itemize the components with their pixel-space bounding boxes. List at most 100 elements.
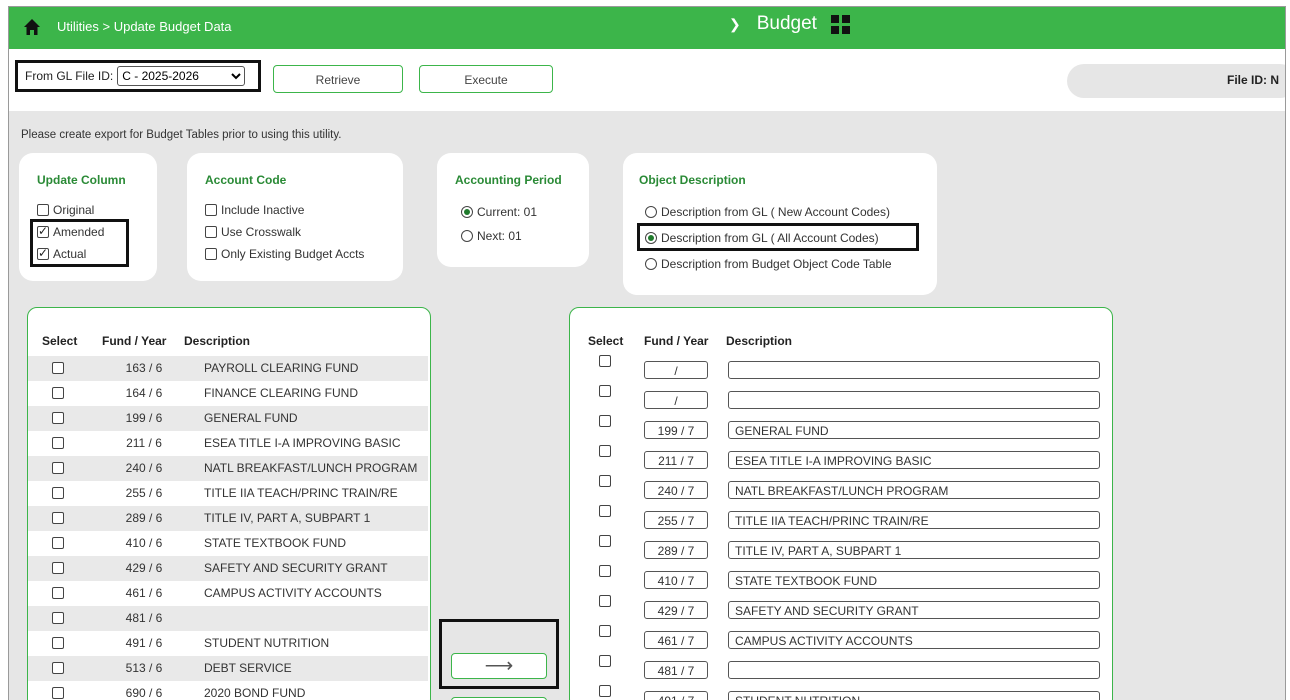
left-table-row[interactable]: 199 / 6 GENERAL FUND (28, 406, 428, 431)
row-select-checkbox[interactable] (599, 625, 611, 637)
desc-table-radio[interactable] (645, 258, 657, 270)
option-only-existing[interactable]: Only Existing Budget Accts (205, 247, 364, 261)
option-desc-table[interactable]: Description from Budget Object Code Tabl… (645, 257, 892, 271)
right-table-row[interactable]: 240 / 7 NATL BREAKFAST/LUNCH PROGRAM (570, 472, 1110, 502)
retrieve-button[interactable]: Retrieve (273, 65, 403, 93)
option-current-period[interactable]: Current: 01 (461, 205, 537, 219)
move-selected-button[interactable]: ⟶ (451, 653, 547, 679)
row-select-checkbox[interactable] (52, 687, 64, 699)
row-description-field[interactable]: GENERAL FUND (728, 421, 1100, 439)
row-fund-year-field[interactable]: 429 / 7 (644, 601, 708, 619)
right-table-row[interactable]: 255 / 7 TITLE IIA TEACH/PRINC TRAIN/RE (570, 502, 1110, 532)
row-description-field[interactable]: CAMPUS ACTIVITY ACCOUNTS (728, 631, 1100, 649)
execute-button[interactable]: Execute (419, 65, 553, 93)
option-desc-new[interactable]: Description from GL ( New Account Codes) (645, 205, 890, 219)
row-description-field[interactable]: TITLE IIA TEACH/PRINC TRAIN/RE (728, 511, 1100, 529)
row-description-field[interactable] (728, 661, 1100, 679)
row-select-checkbox[interactable] (599, 565, 611, 577)
from-gl-file-select[interactable]: C - 2025-2026 (117, 66, 246, 86)
row-select-checkbox[interactable] (52, 612, 64, 624)
only-existing-checkbox[interactable] (205, 248, 217, 260)
row-select-checkbox[interactable] (599, 445, 611, 457)
left-table-row[interactable]: 491 / 6 STUDENT NUTRITION (28, 631, 428, 656)
left-table-row[interactable]: 163 / 6 PAYROLL CLEARING FUND (28, 356, 428, 381)
row-fund-year-field[interactable]: 461 / 7 (644, 631, 708, 649)
original-checkbox[interactable] (37, 204, 49, 216)
include-inactive-checkbox[interactable] (205, 204, 217, 216)
row-select-checkbox[interactable] (52, 387, 64, 399)
breadcrumb[interactable]: Utilities > Update Budget Data (57, 19, 232, 34)
row-select-checkbox[interactable] (599, 355, 611, 367)
left-table-row[interactable]: 461 / 6 CAMPUS ACTIVITY ACCOUNTS (28, 581, 428, 606)
left-table-row[interactable]: 410 / 6 STATE TEXTBOOK FUND (28, 531, 428, 556)
right-table-row[interactable]: 289 / 7 TITLE IV, PART A, SUBPART 1 (570, 532, 1110, 562)
left-table-row[interactable]: 211 / 6 ESEA TITLE I-A IMPROVING BASIC (28, 431, 428, 456)
row-fund-year-field[interactable]: 481 / 7 (644, 661, 708, 679)
row-select-checkbox[interactable] (599, 415, 611, 427)
home-icon[interactable] (23, 18, 41, 36)
current-period-radio[interactable] (461, 206, 473, 218)
row-select-checkbox[interactable] (599, 505, 611, 517)
right-table-row[interactable]: 410 / 7 STATE TEXTBOOK FUND (570, 562, 1110, 592)
right-table-row[interactable]: / (570, 352, 1110, 382)
row-fund-year-field[interactable]: 255 / 7 (644, 511, 708, 529)
row-select-checkbox[interactable] (52, 412, 64, 424)
row-fund-year-field[interactable]: / (644, 391, 708, 409)
row-description-field[interactable]: ESEA TITLE I-A IMPROVING BASIC (728, 451, 1100, 469)
row-select-checkbox[interactable] (52, 637, 64, 649)
row-fund-year-field[interactable]: / (644, 361, 708, 379)
chevron-down-icon[interactable]: ❯ (729, 16, 741, 33)
next-period-radio[interactable] (461, 230, 473, 242)
row-fund-year-field[interactable]: 289 / 7 (644, 541, 708, 559)
row-description-field[interactable]: NATL BREAKFAST/LUNCH PROGRAM (728, 481, 1100, 499)
row-description-field[interactable]: SAFETY AND SECURITY GRANT (728, 601, 1100, 619)
row-select-checkbox[interactable] (52, 437, 64, 449)
right-table-row[interactable]: / (570, 382, 1110, 412)
row-description-field[interactable] (728, 391, 1100, 409)
dashboard-grid-icon[interactable] (830, 14, 850, 34)
row-select-checkbox[interactable] (52, 487, 64, 499)
left-table-row[interactable]: 481 / 6 (28, 606, 428, 631)
row-select-checkbox[interactable] (52, 662, 64, 674)
right-table-row[interactable]: 481 / 7 (570, 652, 1110, 682)
right-table-row[interactable]: 199 / 7 GENERAL FUND (570, 412, 1110, 442)
option-include-inactive[interactable]: Include Inactive (205, 203, 304, 217)
use-crosswalk-checkbox[interactable] (205, 226, 217, 238)
row-select-checkbox[interactable] (52, 587, 64, 599)
right-table-row[interactable]: 461 / 7 CAMPUS ACTIVITY ACCOUNTS (570, 622, 1110, 652)
left-table-row[interactable]: 289 / 6 TITLE IV, PART A, SUBPART 1 (28, 506, 428, 531)
left-table-row[interactable]: 164 / 6 FINANCE CLEARING FUND (28, 381, 428, 406)
right-table-row[interactable]: 211 / 7 ESEA TITLE I-A IMPROVING BASIC (570, 442, 1110, 472)
left-table-row[interactable]: 240 / 6 NATL BREAKFAST/LUNCH PROGRAM (28, 456, 428, 481)
option-use-crosswalk[interactable]: Use Crosswalk (205, 225, 301, 239)
row-select-checkbox[interactable] (599, 685, 611, 697)
row-description-field[interactable] (728, 361, 1100, 379)
row-fund-year-field[interactable]: 240 / 7 (644, 481, 708, 499)
left-table-row[interactable]: 513 / 6 DEBT SERVICE (28, 656, 428, 681)
row-description-field[interactable]: STATE TEXTBOOK FUND (728, 571, 1100, 589)
left-table-row[interactable]: 690 / 6 2020 BOND FUND (28, 681, 428, 700)
row-select-checkbox[interactable] (599, 385, 611, 397)
left-table-row[interactable]: 429 / 6 SAFETY AND SECURITY GRANT (28, 556, 428, 581)
row-select-checkbox[interactable] (599, 595, 611, 607)
row-description-field[interactable]: TITLE IV, PART A, SUBPART 1 (728, 541, 1100, 559)
row-select-checkbox[interactable] (52, 462, 64, 474)
row-select-checkbox[interactable] (599, 475, 611, 487)
row-select-checkbox[interactable] (52, 537, 64, 549)
module-switcher[interactable]: ❯ Budget (729, 13, 850, 35)
row-select-checkbox[interactable] (599, 535, 611, 547)
row-select-checkbox[interactable] (52, 362, 64, 374)
row-select-checkbox[interactable] (52, 562, 64, 574)
row-select-checkbox[interactable] (52, 512, 64, 524)
option-original[interactable]: Original (37, 203, 94, 217)
row-description: STATE TEXTBOOK FUND (204, 536, 347, 550)
option-next-period[interactable]: Next: 01 (461, 229, 522, 243)
right-table-row[interactable]: 429 / 7 SAFETY AND SECURITY GRANT (570, 592, 1110, 622)
row-fund-year-field[interactable]: 211 / 7 (644, 451, 708, 469)
left-table-row[interactable]: 255 / 6 TITLE IIA TEACH/PRINC TRAIN/RE (28, 481, 428, 506)
right-table-row[interactable]: 491 / 7STUDENT NUTRITION (570, 682, 1110, 700)
desc-new-radio[interactable] (645, 206, 657, 218)
row-select-checkbox[interactable] (599, 655, 611, 667)
row-fund-year-field[interactable]: 199 / 7 (644, 421, 708, 439)
row-fund-year-field[interactable]: 410 / 7 (644, 571, 708, 589)
